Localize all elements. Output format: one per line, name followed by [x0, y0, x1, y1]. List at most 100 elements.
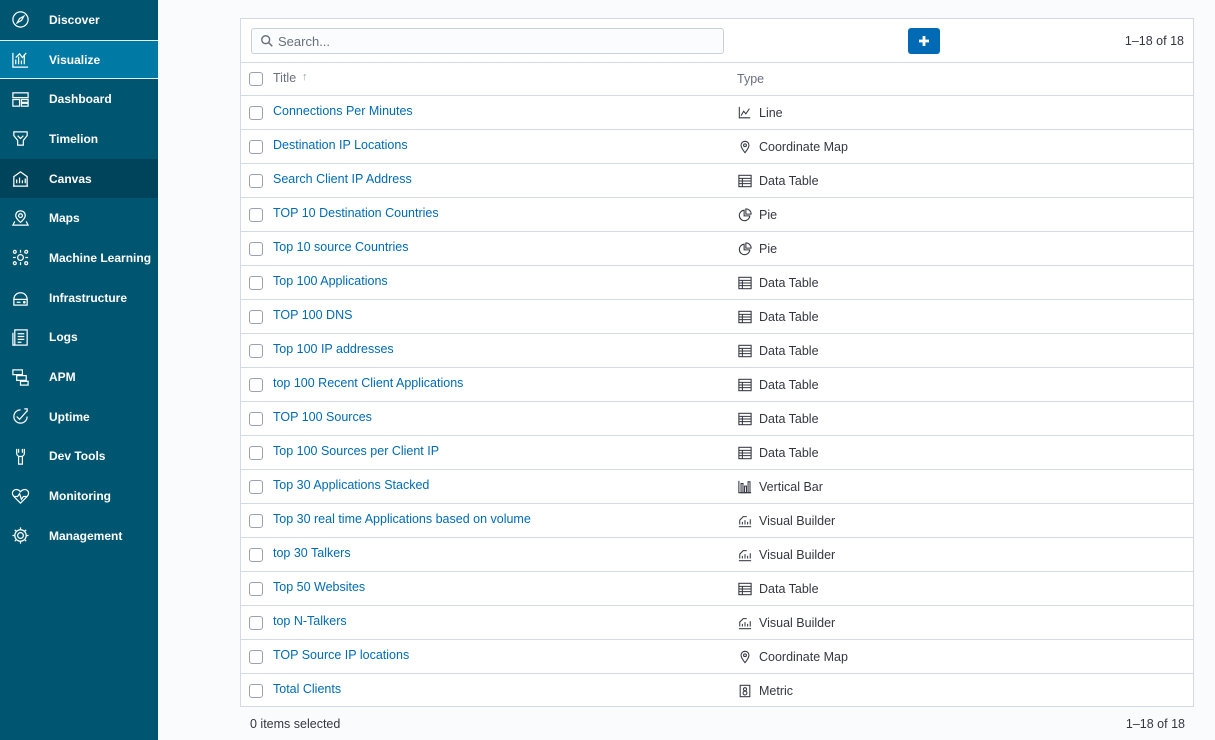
visualization-title-link[interactable]: TOP 100 Sources [273, 410, 372, 424]
visualization-type: Data Table [737, 172, 819, 190]
search-box[interactable] [251, 28, 724, 54]
row-checkbox[interactable] [249, 310, 263, 324]
table-row: Top 100 IP addresses Data Table [241, 334, 1193, 368]
table-icon [737, 310, 752, 325]
visualization-type: Data Table [737, 580, 819, 598]
sidebar-item-dashboard[interactable]: Dashboard [0, 79, 158, 119]
select-all-checkbox[interactable] [249, 72, 263, 86]
table-row: Top 30 real time Applications based on v… [241, 504, 1193, 538]
search-input[interactable] [278, 31, 718, 51]
sidebar-item-canvas[interactable]: Canvas [0, 158, 158, 199]
row-checkbox[interactable] [249, 276, 263, 290]
row-checkbox[interactable] [249, 650, 263, 664]
row-checkbox[interactable] [249, 242, 263, 256]
sidebar-item-logs[interactable]: Logs [0, 318, 158, 358]
visualization-type-label: Pie [759, 208, 778, 222]
visualization-title-link[interactable]: Total Clients [273, 682, 341, 696]
column-header-type: Type [737, 72, 765, 86]
visualization-title-link[interactable]: Top 10 source Countries [273, 240, 409, 254]
pagination-summary: 1–18 of 18 [1124, 34, 1184, 48]
visualization-type: Visual Builder [737, 546, 835, 564]
sidebar-item-label: Timelion [49, 131, 99, 146]
visualization-type: Pie [737, 240, 777, 258]
table-row: TOP 10 Destination Countries Pie [241, 198, 1193, 232]
table-row: Top 100 Applications Data Table [241, 266, 1193, 300]
row-checkbox[interactable] [249, 616, 263, 630]
sidebar-item-maps[interactable]: Maps [0, 198, 158, 238]
row-checkbox[interactable] [249, 446, 263, 460]
row-checkbox[interactable] [249, 684, 263, 698]
visualization-title-link[interactable]: TOP Source IP locations [273, 648, 409, 662]
table-header: Title ↑ Type [241, 63, 1193, 96]
row-checkbox[interactable] [249, 548, 263, 562]
row-checkbox[interactable] [249, 174, 263, 188]
sidebar-item-monitoring[interactable]: Monitoring [0, 476, 158, 516]
table-row: Top 100 Sources per Client IP Data Table [241, 436, 1193, 470]
visualization-title-link[interactable]: Connections Per Minutes [273, 104, 413, 118]
sidebar-item-apm[interactable]: APM [0, 357, 158, 397]
table-row: Destination IP Locations Coordinate Map [241, 130, 1193, 164]
visualization-type: Data Table [737, 444, 819, 462]
sidebar-item-infrastructure[interactable]: Infrastructure [0, 278, 158, 318]
row-checkbox[interactable] [249, 344, 263, 358]
sidebar-item-uptime[interactable]: Uptime [0, 397, 158, 437]
dashboard-icon [10, 89, 30, 109]
table-row: top 30 Talkers Visual Builder [241, 538, 1193, 572]
visualization-title-link[interactable]: TOP 10 Destination Countries [273, 206, 439, 220]
pagination-summary-bottom: 1–18 of 18 [1125, 717, 1185, 731]
row-checkbox[interactable] [249, 480, 263, 494]
visualization-type-label: Data Table [759, 310, 819, 324]
table-row: Top 50 Websites Data Table [241, 572, 1193, 606]
map-pin-icon [737, 650, 752, 665]
visualization-title-link[interactable]: Top 30 Applications Stacked [273, 478, 429, 492]
visualizations-panel: 1–18 of 18 Title ↑ Type Connections Per … [240, 18, 1194, 707]
visualization-title-link[interactable]: Top 30 real time Applications based on v… [273, 512, 531, 526]
visualization-title-link[interactable]: TOP 100 DNS [273, 308, 352, 322]
visualization-title-link[interactable]: Top 50 Websites [273, 580, 365, 594]
dev-tools-icon [10, 446, 30, 466]
sidebar-item-discover[interactable]: Discover [0, 0, 158, 40]
visualization-title-link[interactable]: Destination IP Locations [273, 138, 408, 152]
table-icon [737, 378, 752, 393]
table-icon [737, 446, 752, 461]
row-checkbox[interactable] [249, 378, 263, 392]
visualization-title-link[interactable]: Top 100 IP addresses [273, 342, 394, 356]
row-checkbox[interactable] [249, 412, 263, 426]
sidebar-item-management[interactable]: Management [0, 516, 158, 556]
sidebar-item-label: Infrastructure [49, 290, 128, 305]
sidebar-item-machine-learning[interactable]: Machine Learning [0, 238, 158, 278]
metric-icon [737, 684, 752, 699]
row-checkbox[interactable] [249, 208, 263, 222]
column-header-title[interactable]: Title [273, 71, 296, 85]
sidebar-item-label: Management [49, 528, 123, 543]
row-checkbox[interactable] [249, 514, 263, 528]
row-checkbox[interactable] [249, 106, 263, 120]
sidebar-item-label: Canvas [49, 171, 92, 186]
sidebar-item-dev-tools[interactable]: Dev Tools [0, 437, 158, 477]
visualization-type-label: Vertical Bar [759, 480, 823, 494]
row-checkbox[interactable] [249, 582, 263, 596]
visualization-type: Vertical Bar [737, 478, 823, 496]
sidebar-item-label: Uptime [49, 409, 90, 424]
sidebar-item-label: Logs [49, 330, 78, 345]
line-chart-icon [737, 106, 752, 121]
sidebar-item-label: Machine Learning [49, 250, 152, 265]
visualization-title-link[interactable]: top 30 Talkers [273, 546, 351, 560]
add-visualization-button[interactable] [908, 28, 940, 54]
visualization-title-link[interactable]: top 100 Recent Client Applications [273, 376, 463, 390]
pie-chart-icon [737, 242, 752, 257]
visualization-title-link[interactable]: Top 100 Applications [273, 274, 388, 288]
visualization-title-link[interactable]: top N-Talkers [273, 614, 347, 628]
visualization-title-link[interactable]: Top 100 Sources per Client IP [273, 444, 439, 458]
sidebar-item-visualize[interactable]: Visualize [0, 39, 158, 80]
visualization-title-link[interactable]: Search Client IP Address [273, 172, 412, 186]
table-icon [737, 174, 752, 189]
table-body: Connections Per Minutes Line Destination I… [241, 96, 1193, 708]
table-row: Top 30 Applications Stacked Vertical Bar [241, 470, 1193, 504]
row-checkbox[interactable] [249, 140, 263, 154]
visualization-type-label: Data Table [759, 378, 819, 392]
sidebar-item-timelion[interactable]: Timelion [0, 119, 158, 159]
monitoring-icon [10, 486, 30, 506]
sort-ascending-icon[interactable]: ↑ [302, 71, 308, 83]
table-row: Total Clients Metric [241, 674, 1193, 708]
